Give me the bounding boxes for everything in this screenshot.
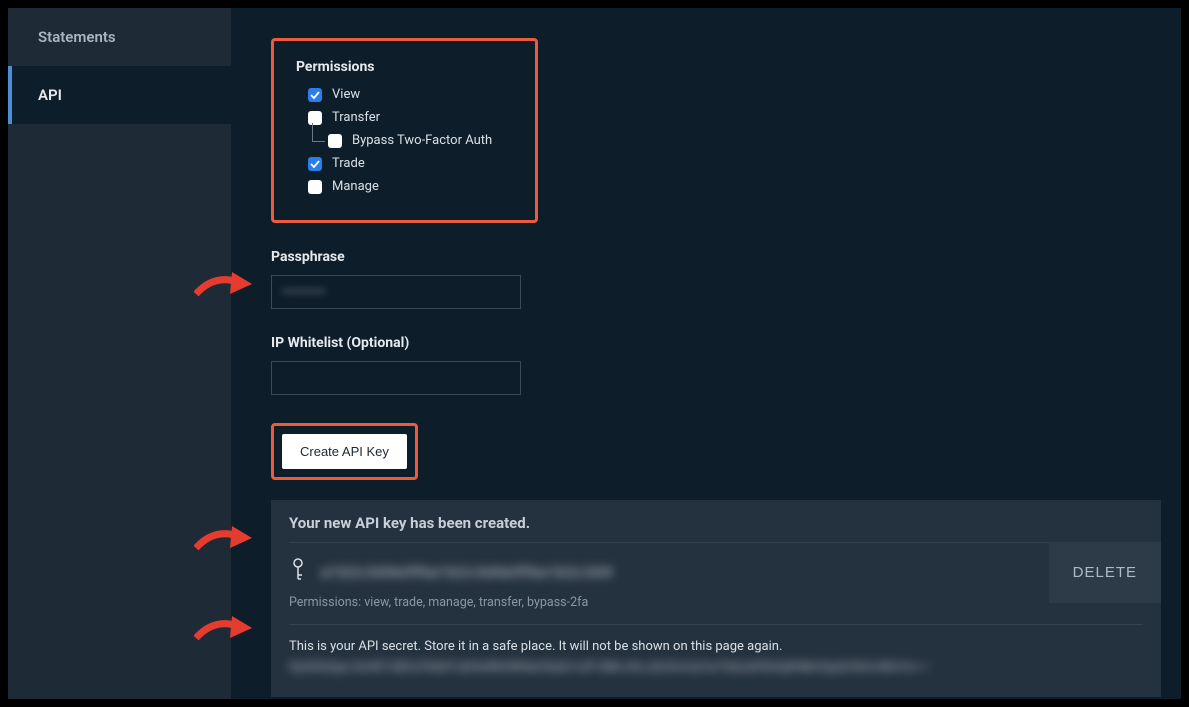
- create-api-key-button[interactable]: Create API Key: [282, 434, 407, 469]
- api-key-result-panel: Your new API key has been created. a1b2c…: [271, 500, 1161, 697]
- main-content: Permissions View Transfer Bypass Two-Fac…: [231, 8, 1181, 699]
- permission-bypass-2fa[interactable]: Bypass Two-Factor Auth: [328, 133, 513, 148]
- sidebar: Statements API: [8, 8, 231, 699]
- checkbox-view[interactable]: [308, 88, 322, 102]
- passphrase-input[interactable]: ••••••••••: [271, 275, 521, 309]
- ip-whitelist-group: IP Whitelist (Optional): [271, 335, 1181, 395]
- permission-view[interactable]: View: [308, 87, 513, 102]
- checkbox-bypass-2fa[interactable]: [328, 134, 342, 148]
- permission-label: Manage: [332, 179, 379, 194]
- passphrase-value: ••••••••••: [282, 285, 326, 300]
- sidebar-item-label: API: [38, 86, 62, 104]
- checkbox-trade[interactable]: [308, 157, 322, 171]
- permission-manage[interactable]: Manage: [308, 179, 513, 194]
- permission-trade[interactable]: Trade: [308, 156, 513, 171]
- passphrase-group: Passphrase ••••••••••: [271, 249, 1181, 309]
- sidebar-item-label: Statements: [38, 28, 116, 46]
- permissions-title: Permissions: [296, 59, 513, 75]
- checkbox-manage[interactable]: [308, 180, 322, 194]
- permission-label: View: [332, 87, 360, 102]
- permission-label: Transfer: [332, 110, 380, 125]
- api-key-row: a1b2c3d4e5f6a1b2c3d4e5f6a1b2c3d4: [289, 543, 1143, 595]
- result-title: Your new API key has been created.: [289, 514, 1143, 543]
- permission-label: Bypass Two-Factor Auth: [352, 133, 492, 148]
- api-secret-note: This is your API secret. Store it in a s…: [289, 639, 1143, 654]
- api-key-value: a1b2c3d4e5f6a1b2c3d4e5f6a1b2c3d4: [321, 563, 613, 581]
- sidebar-item-statements[interactable]: Statements: [8, 8, 231, 66]
- permissions-section: Permissions View Transfer Bypass Two-Fac…: [271, 38, 538, 223]
- permissions-summary: Permissions: view, trade, manage, transf…: [289, 595, 1143, 625]
- api-secret-value: Xy9ZkQpL3mN7vB2cF8dH1jK4sR6tW0eU5aG+oP/i…: [289, 660, 1143, 675]
- sidebar-item-api[interactable]: API: [8, 66, 231, 124]
- permission-transfer[interactable]: Transfer: [308, 110, 513, 125]
- create-button-highlight: Create API Key: [271, 423, 418, 480]
- ip-whitelist-label: IP Whitelist (Optional): [271, 335, 1181, 351]
- ip-whitelist-input[interactable]: [271, 361, 521, 395]
- permission-label: Trade: [332, 156, 365, 171]
- key-icon: [289, 557, 307, 587]
- passphrase-label: Passphrase: [271, 249, 1181, 265]
- delete-button[interactable]: DELETE: [1049, 542, 1161, 603]
